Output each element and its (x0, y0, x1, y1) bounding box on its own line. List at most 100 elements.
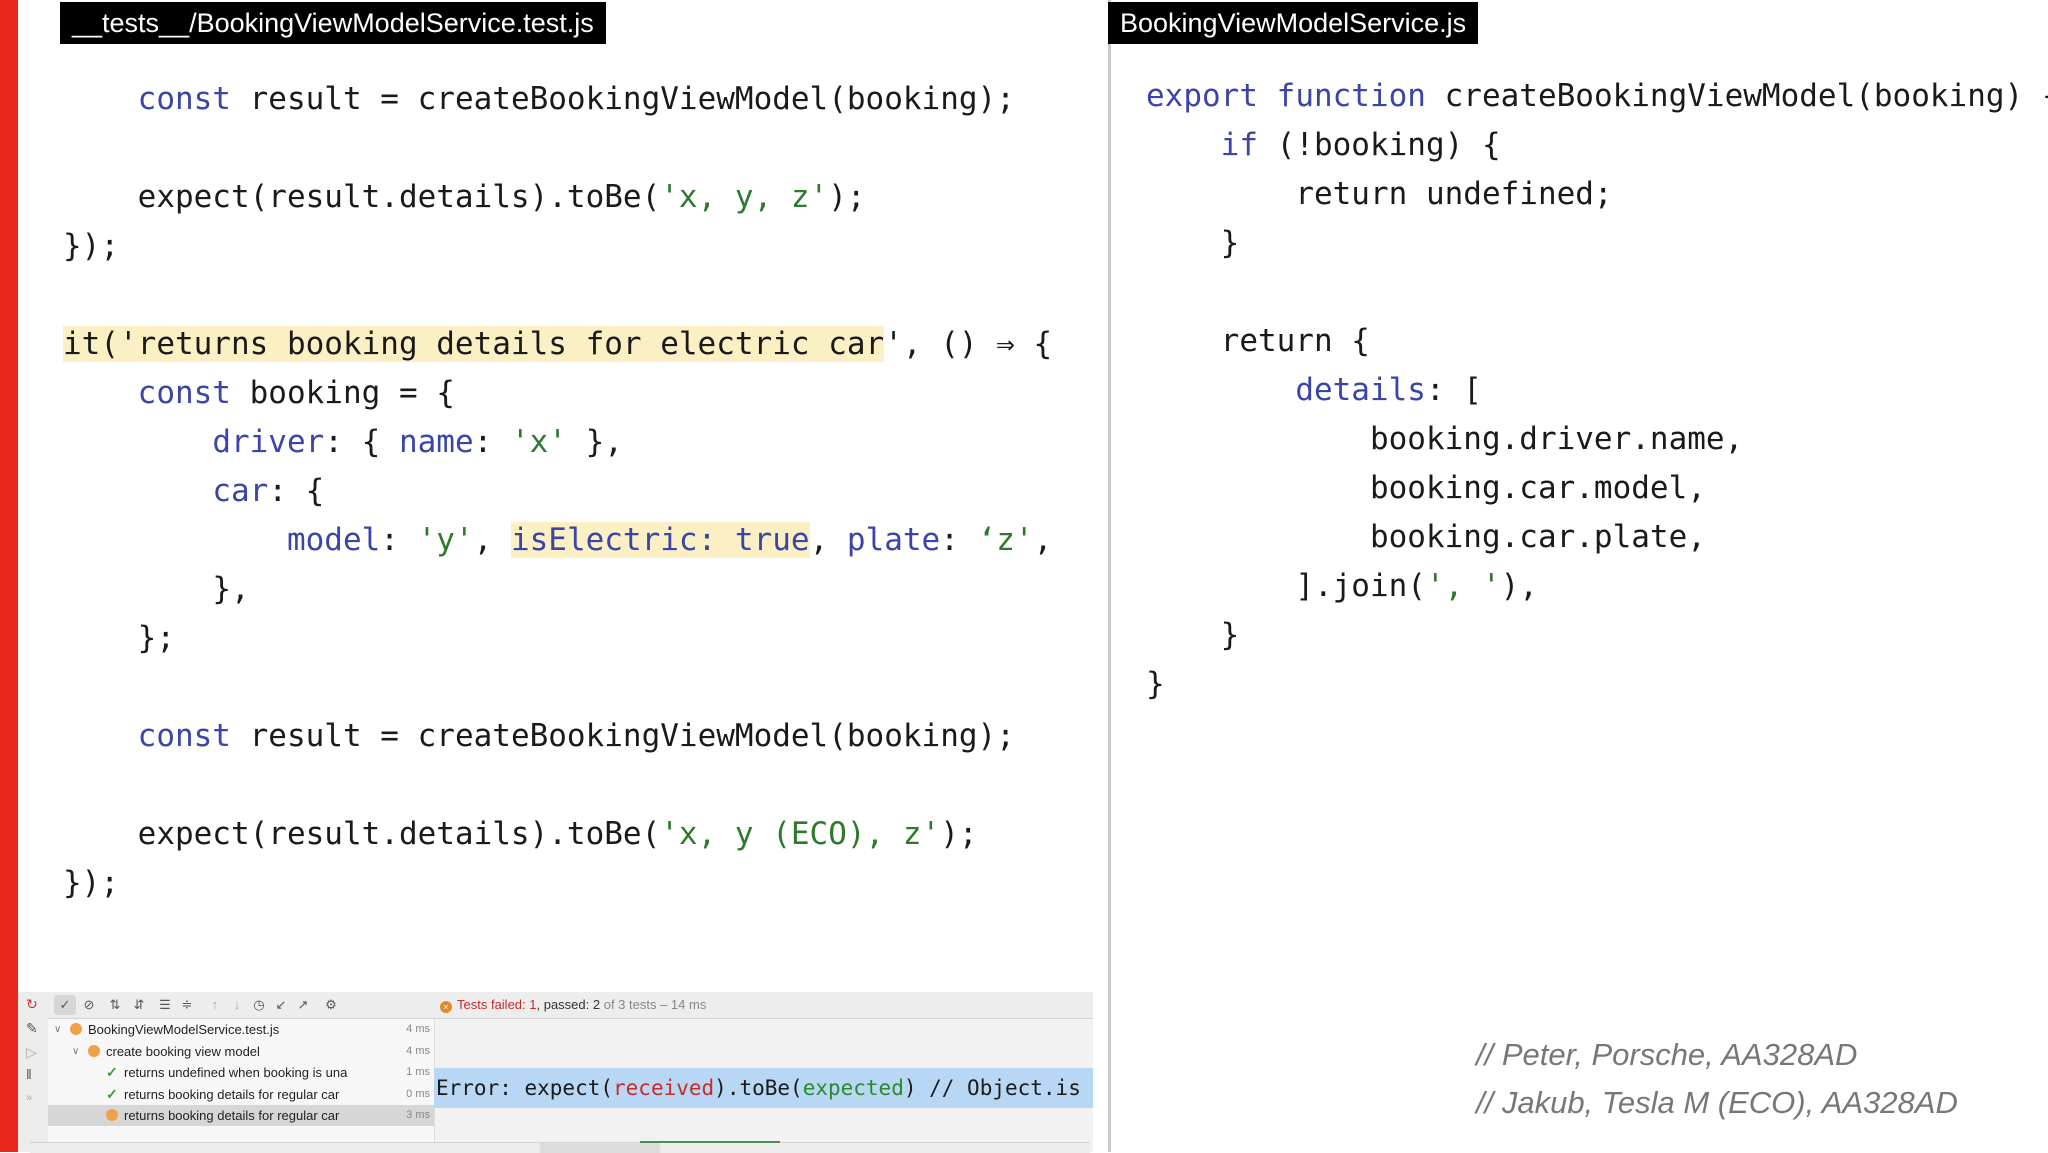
rerun-failed-icon[interactable]: ↻ (26, 996, 38, 1013)
test-name-label: create booking view model (106, 1043, 260, 1059)
code-token: }; (137, 620, 175, 656)
test-tree-row[interactable]: ∨ BookingViewModelService.test.js 4 ms (48, 1019, 434, 1040)
test-duration: 3 ms (406, 1109, 430, 1121)
left-code-line: }, (63, 568, 250, 610)
code-token: car (212, 473, 269, 509)
history-icon[interactable]: ◷ (248, 995, 270, 1015)
pause-icon[interactable]: ‖ (26, 1066, 32, 1082)
code-token: (!booking) { (1257, 127, 1501, 163)
next-failed-icon[interactable]: ↓ (226, 995, 248, 1015)
right-code-line: if (!booking) { (1146, 124, 1501, 166)
left-code-line: expect(result.details).toBe('x, y (ECO),… (63, 813, 978, 855)
test-tree-row[interactable]: ✓ returns booking details for regular car… (48, 1084, 434, 1105)
code-token: isElectric: true (510, 522, 810, 558)
test-duration: 0 ms (406, 1087, 430, 1100)
left-code-line: const result = createBookingViewModel(bo… (63, 78, 1015, 120)
right-code-line: booking.car.model, (1146, 467, 1706, 509)
code-token: : (940, 522, 978, 558)
code-token: return undefined; (1295, 176, 1613, 212)
right-file-tab[interactable]: BookingViewModelService.js (1108, 2, 1479, 44)
right-code-line: } (1146, 614, 1240, 656)
code-token: }, (566, 424, 623, 460)
right-code-line: details: [ (1146, 369, 1482, 411)
passed-check-icon: ✓ (106, 1064, 118, 1080)
left-file-tab[interactable]: __tests__/BookingViewModelService.test.j… (60, 2, 606, 44)
code-token: } (1220, 617, 1240, 653)
test-tree-row[interactable]: ✓ returns undefined when booking is una 1 … (48, 1062, 434, 1083)
more-icon[interactable]: » (26, 1092, 32, 1104)
code-token: const (137, 81, 231, 117)
code-token: expect(result.details).toBe( (137, 179, 661, 215)
run-icon[interactable]: ▷ (26, 1044, 37, 1061)
code-token: , (473, 522, 511, 558)
test-tree-row[interactable]: ∨ create booking view model 4 ms (48, 1041, 434, 1062)
progress-indicator (640, 1141, 780, 1143)
prev-failed-icon[interactable]: ↑ (204, 995, 226, 1015)
collapse-all-icon[interactable]: ≑ (176, 995, 198, 1015)
code-token: booking.car.plate, (1369, 519, 1706, 555)
code-token: ', () ⇒ { (884, 326, 1053, 362)
code-token: model (286, 522, 381, 558)
code-token: : (380, 522, 418, 558)
code-token: name (398, 424, 474, 460)
code-token: booking = { (230, 375, 455, 411)
code-token: it('returns booking details for electric… (63, 326, 885, 362)
chevron-down-icon[interactable]: ∨ (54, 1019, 61, 1040)
test-runner-toolbar: ✓ ⊘ ⇅ ⇵ ☰ ≑ ↑ ↓ ◷ ↙ ↗ ⚙ × Tests failed: 1… (48, 992, 1093, 1019)
show-passed-icon[interactable]: ✓ (54, 995, 76, 1015)
settings-gear-icon[interactable]: ⚙ (320, 995, 342, 1015)
right-code-line: booking.car.plate, (1146, 516, 1706, 558)
code-token: ‘z' (977, 522, 1034, 558)
wrench-icon[interactable]: ✎ (26, 1020, 38, 1037)
comment-line-2: // Jakub, Tesla M (ECO), AA328AD (1476, 1085, 1958, 1120)
code-token: }); (63, 228, 119, 264)
code-token: : { (268, 473, 325, 509)
expand-all-icon[interactable]: ☰ (154, 995, 176, 1015)
comment-line-1: // Peter, Porsche, AA328AD (1476, 1037, 1858, 1072)
code-token: plate (846, 522, 941, 558)
code-token: : [ (1425, 372, 1482, 408)
error-message: Error: expect(received).toBe(expected) /… (434, 1068, 1093, 1108)
sort-alpha-icon[interactable]: ⇅ (104, 995, 126, 1015)
sort-duration-icon[interactable]: ⇵ (128, 995, 150, 1015)
show-ignored-icon[interactable]: ⊘ (78, 995, 100, 1015)
code-token: booking.driver.name, (1369, 421, 1744, 457)
code-token: const (137, 375, 231, 411)
test-tree-row[interactable]: returns booking details for regular car 3… (48, 1105, 434, 1126)
export-icon[interactable]: ↗ (292, 995, 314, 1015)
code-token: ].join( (1295, 568, 1426, 604)
code-token: } (1146, 666, 1165, 702)
test-runner-gutter: ↻ ✎ ▷ ‖ » (18, 992, 49, 1152)
left-code-line: const booking = { (63, 372, 455, 414)
chevron-down-icon[interactable]: ∨ (72, 1041, 79, 1062)
pane-divider[interactable] (1108, 0, 1111, 1152)
left-code-line: driver: { name: 'x' }, (63, 421, 623, 463)
code-token: 'x, y (ECO), z' (660, 816, 941, 852)
code-token: ); (828, 179, 866, 215)
test-duration: 1 ms (406, 1066, 430, 1078)
left-code-line: const result = createBookingViewModel(bo… (63, 715, 1015, 757)
failed-status-icon (106, 1109, 118, 1121)
code-token: booking.car.model, (1369, 470, 1706, 506)
import-icon[interactable]: ↙ (270, 995, 292, 1015)
code-token: }, (212, 571, 250, 607)
code-token: details (1295, 372, 1426, 408)
